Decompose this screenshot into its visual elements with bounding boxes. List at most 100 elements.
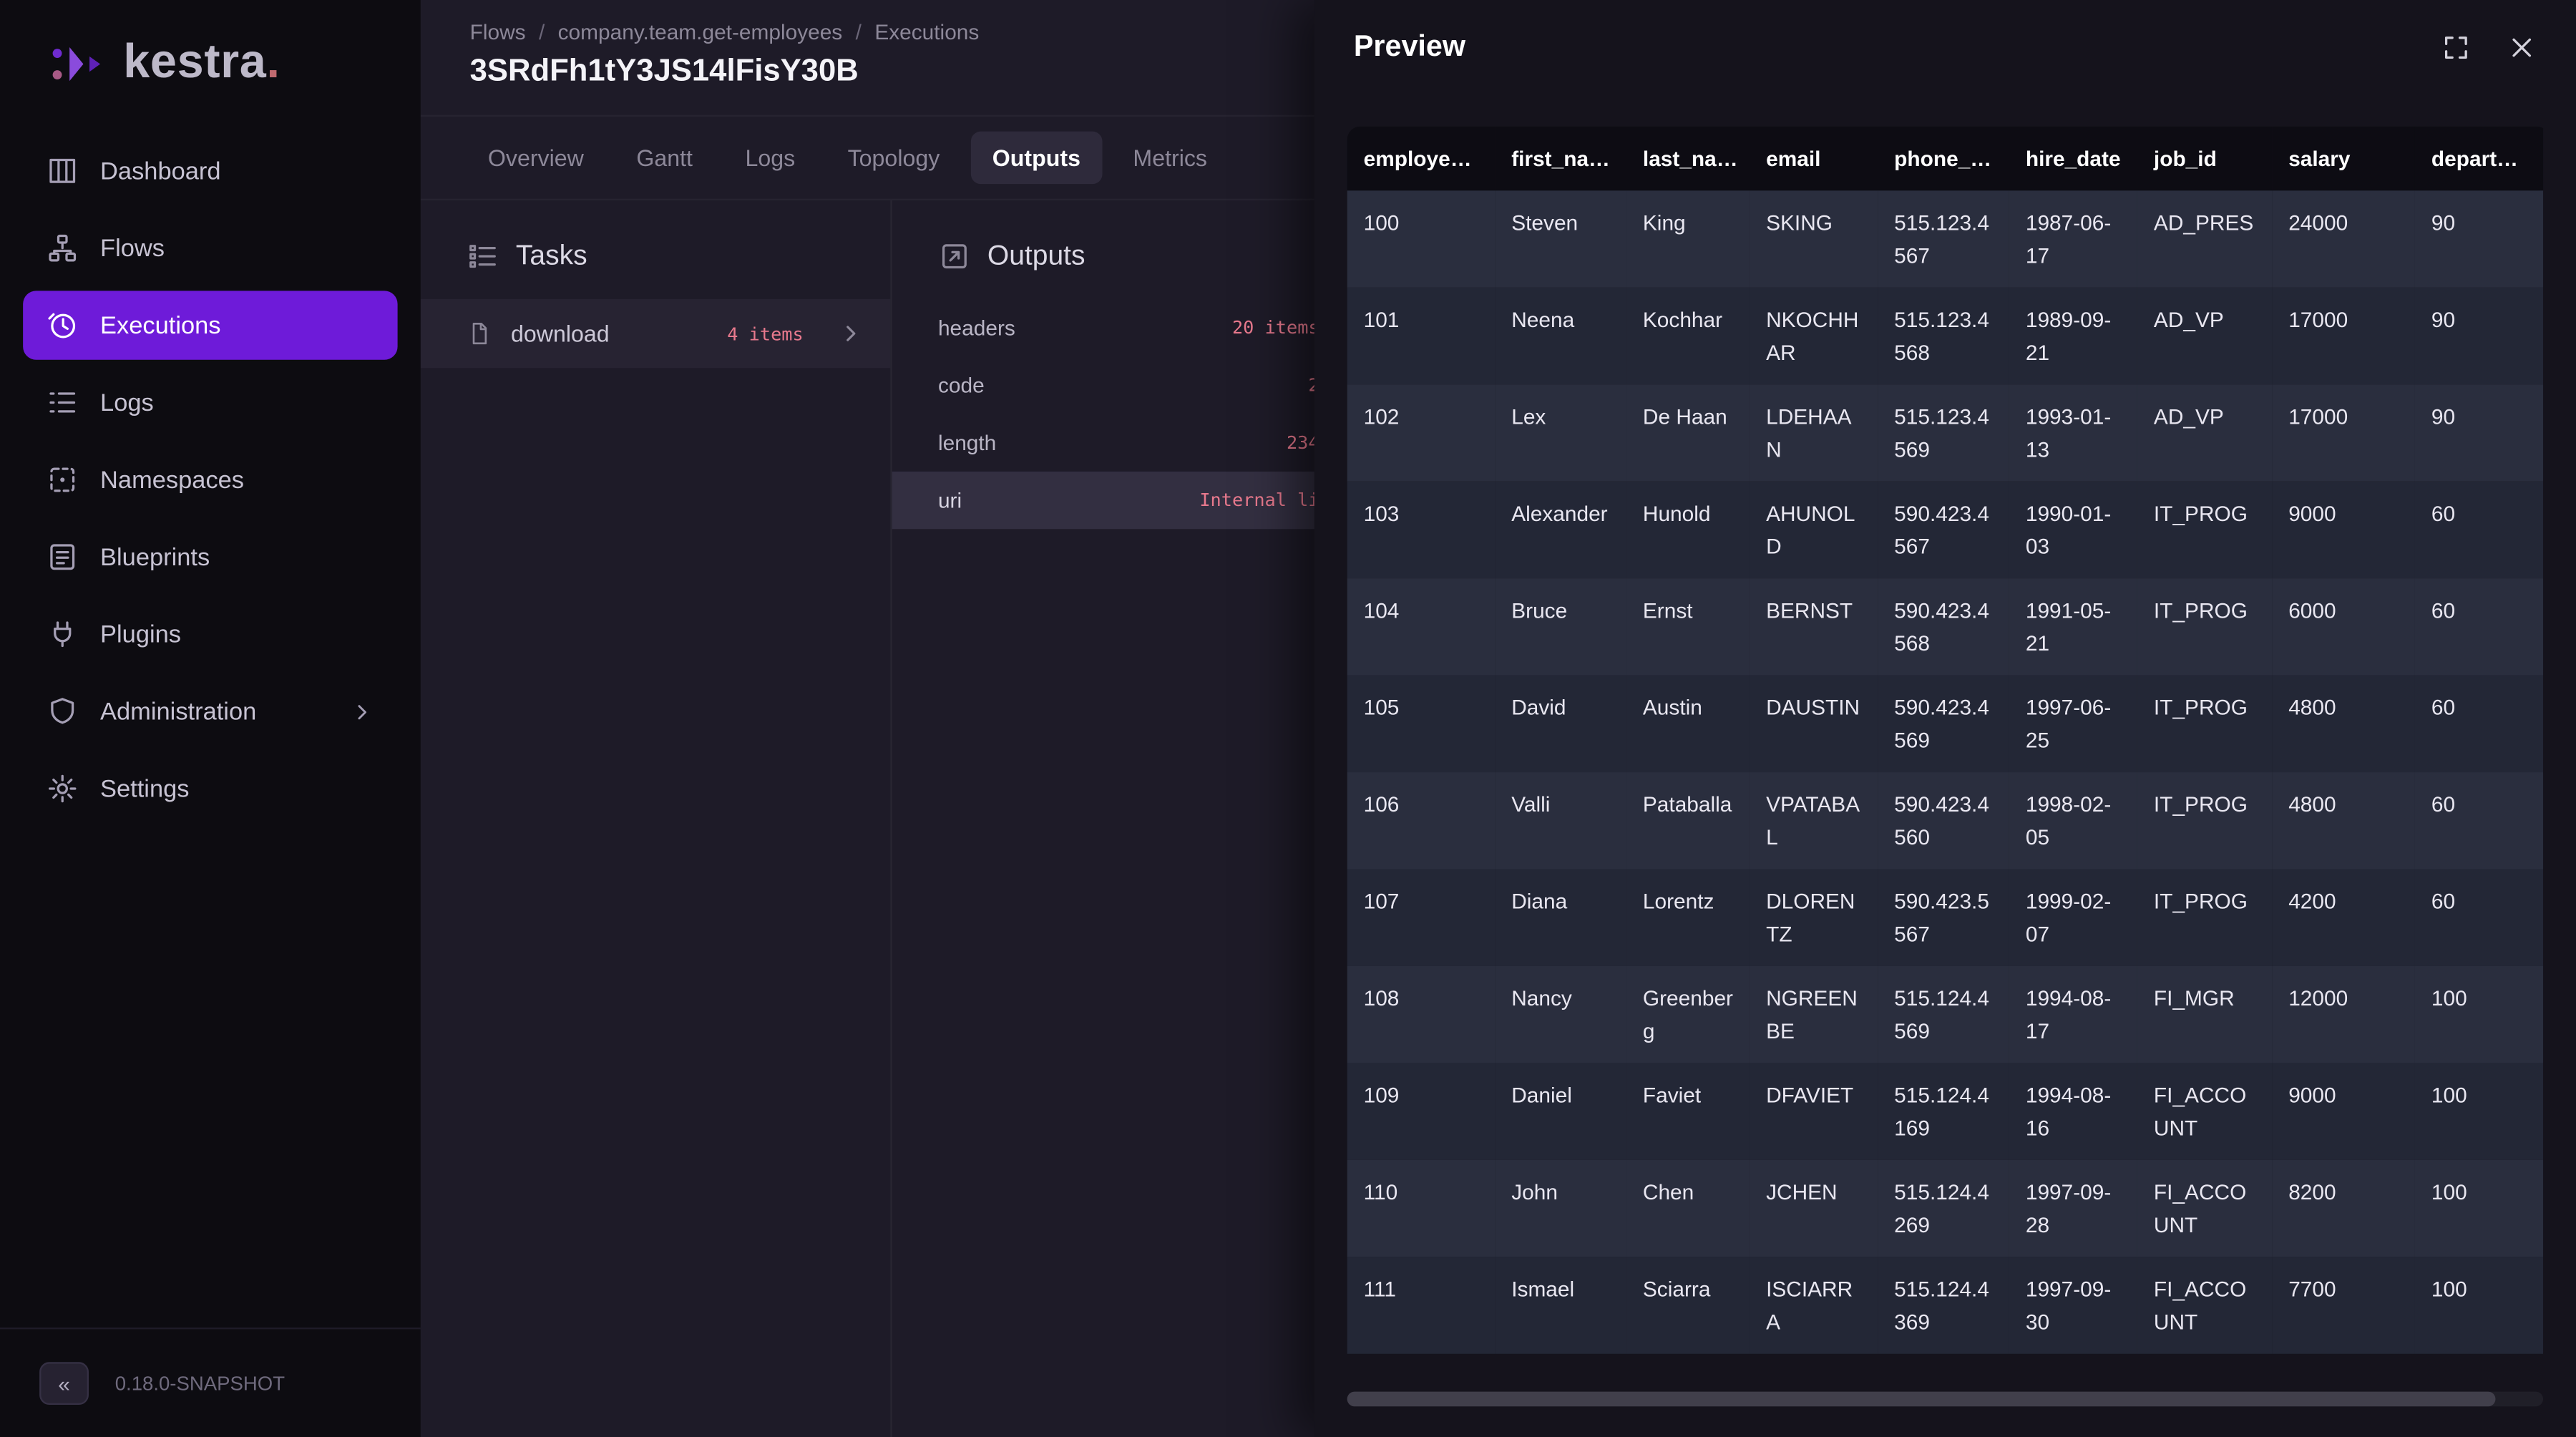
cell-employee-id: 109 <box>1347 1063 1496 1159</box>
breadcrumb-separator: / <box>856 20 862 44</box>
cell-last-name: De Haan <box>1626 384 1750 481</box>
cell-hire-date: 1991-05-21 <box>2009 578 2137 675</box>
sidebar-item-plugins[interactable]: Plugins <box>23 600 397 668</box>
cell-salary: 9000 <box>2272 1063 2415 1159</box>
sidebar-item-label: Plugins <box>100 620 181 648</box>
kestra-logo[interactable]: kestra. <box>0 0 421 117</box>
cell-salary: 8200 <box>2272 1160 2415 1257</box>
output-key: headers <box>938 316 1015 340</box>
table-row: 102 Lex De Haan LDEHAAN 515.123.4569 199… <box>1347 384 2543 481</box>
namespaces-icon <box>46 463 79 496</box>
cell-email: AHUNOLD <box>1750 482 1878 578</box>
cell-job-id: IT_PROG <box>2137 578 2272 675</box>
task-row-download[interactable]: download 4 items <box>421 299 891 368</box>
table-row: 106 Valli Pataballa VPATABAL 590.423.456… <box>1347 772 2543 869</box>
output-key: length <box>938 431 996 455</box>
plugins-icon <box>46 618 79 651</box>
sidebar-item-label: Administration <box>100 698 256 726</box>
cell-phone: 515.124.4169 <box>1878 1063 2009 1159</box>
cell-employee-id: 110 <box>1347 1160 1496 1257</box>
column-header-first-name: first_na… <box>1495 127 1626 191</box>
table-row: 110 John Chen JCHEN 515.124.4269 1997-09… <box>1347 1160 2543 1257</box>
preview-actions <box>2441 32 2537 62</box>
cell-email: LDEHAAN <box>1750 384 1878 481</box>
table-row: 105 David Austin DAUSTIN 590.423.4569 19… <box>1347 676 2543 772</box>
cell-first-name: John <box>1495 1160 1626 1257</box>
cell-job-id: AD_VP <box>2137 384 2272 481</box>
version-label: 0.18.0-SNAPSHOT <box>115 1372 285 1395</box>
tab-gantt[interactable]: Gantt <box>615 132 713 184</box>
cell-employee-id: 111 <box>1347 1257 1496 1353</box>
close-icon[interactable] <box>2507 32 2537 62</box>
cell-employee-id: 101 <box>1347 288 1496 384</box>
horizontal-scrollbar[interactable] <box>1347 1392 2543 1407</box>
cell-job-id: FI_ACCOUNT <box>2137 1160 2272 1257</box>
tab-logs[interactable]: Logs <box>724 132 816 184</box>
tab-overview[interactable]: Overview <box>467 132 605 184</box>
cell-last-name: Lorentz <box>1626 869 1750 966</box>
cell-phone: 515.124.4569 <box>1878 966 2009 1063</box>
outputs-panel-title: Outputs <box>987 240 1085 273</box>
gear-icon <box>46 772 79 805</box>
sidebar-item-settings[interactable]: Settings <box>23 754 397 823</box>
sidebar-item-logs[interactable]: Logs <box>23 368 397 437</box>
breadcrumb-flows[interactable]: Flows <box>470 20 526 44</box>
cell-first-name: Lex <box>1495 384 1626 481</box>
cell-salary: 6000 <box>2272 578 2415 675</box>
cell-employee-id: 106 <box>1347 772 1496 869</box>
cell-job-id: IT_PROG <box>2137 676 2272 772</box>
cell-job-id: AD_VP <box>2137 288 2272 384</box>
outputs-icon <box>938 240 971 273</box>
cell-hire-date: 1990-01-03 <box>2009 482 2137 578</box>
column-header-last-name: last_na… <box>1626 127 1750 191</box>
output-row-length[interactable]: length 234 <box>892 414 1323 472</box>
breadcrumb-flow-id[interactable]: company.team.get-employees <box>558 20 843 44</box>
administration-icon <box>46 695 79 728</box>
scrollbar-thumb[interactable] <box>1347 1392 2496 1407</box>
output-value: Internal li <box>1199 489 1319 511</box>
tab-metrics[interactable]: Metrics <box>1112 132 1229 184</box>
sidebar-item-flows[interactable]: Flows <box>23 213 397 282</box>
sidebar-item-blueprints[interactable]: Blueprints <box>23 522 397 591</box>
column-header-salary: salary <box>2272 127 2415 191</box>
breadcrumb-executions[interactable]: Executions <box>874 20 979 44</box>
column-header-department: depart… <box>2415 127 2543 191</box>
table-row: 101 Neena Kochhar NKOCHHAR 515.123.4568 … <box>1347 288 2543 384</box>
tab-topology[interactable]: Topology <box>826 132 961 184</box>
sidebar: kestra. Dashboard Flows Executions Logs … <box>0 0 421 1437</box>
output-key: uri <box>938 488 962 512</box>
column-header-employee-id: employe… <box>1347 127 1496 191</box>
cell-department: 100 <box>2415 1063 2543 1159</box>
sidebar-item-namespaces[interactable]: Namespaces <box>23 445 397 514</box>
cell-employee-id: 105 <box>1347 676 1496 772</box>
cell-hire-date: 1989-09-21 <box>2009 288 2137 384</box>
sidebar-item-label: Blueprints <box>100 543 210 571</box>
tasks-panel-title: Tasks <box>516 240 587 273</box>
dashboard-icon <box>46 155 79 187</box>
output-row-uri[interactable]: uri Internal li <box>892 472 1323 529</box>
sidebar-item-administration[interactable]: Administration <box>23 677 397 746</box>
cell-first-name: Neena <box>1495 288 1626 384</box>
column-header-email: email <box>1750 127 1878 191</box>
preview-drawer: Preview employe… first_na… last_na… <box>1314 0 2576 1437</box>
cell-email: NGREENBE <box>1750 966 1878 1063</box>
column-header-hire-date: hire_date <box>2009 127 2137 191</box>
output-row-headers[interactable]: headers 20 items <box>892 299 1323 356</box>
column-header-phone: phone_… <box>1878 127 2009 191</box>
cell-job-id: AD_PRES <box>2137 190 2272 287</box>
cell-hire-date: 1999-02-07 <box>2009 869 2137 966</box>
output-row-code[interactable]: code 2 <box>892 356 1323 414</box>
sidebar-item-dashboard[interactable]: Dashboard <box>23 137 397 205</box>
cell-first-name: Ismael <box>1495 1257 1626 1353</box>
cell-phone: 515.124.4369 <box>1878 1257 2009 1353</box>
sidebar-item-executions[interactable]: Executions <box>23 291 397 359</box>
expand-icon[interactable] <box>2441 32 2471 62</box>
executions-icon <box>46 309 79 342</box>
sidebar-collapse-button[interactable]: « <box>39 1362 89 1405</box>
cell-job-id: IT_PROG <box>2137 482 2272 578</box>
chevron-right-icon <box>350 699 374 724</box>
tab-outputs[interactable]: Outputs <box>971 132 1102 184</box>
preview-table: employe… first_na… last_na… email phone_… <box>1347 127 2550 1354</box>
tasks-panel: Tasks download 4 items <box>421 200 892 1437</box>
outputs-panel-header: Outputs <box>892 200 1323 299</box>
